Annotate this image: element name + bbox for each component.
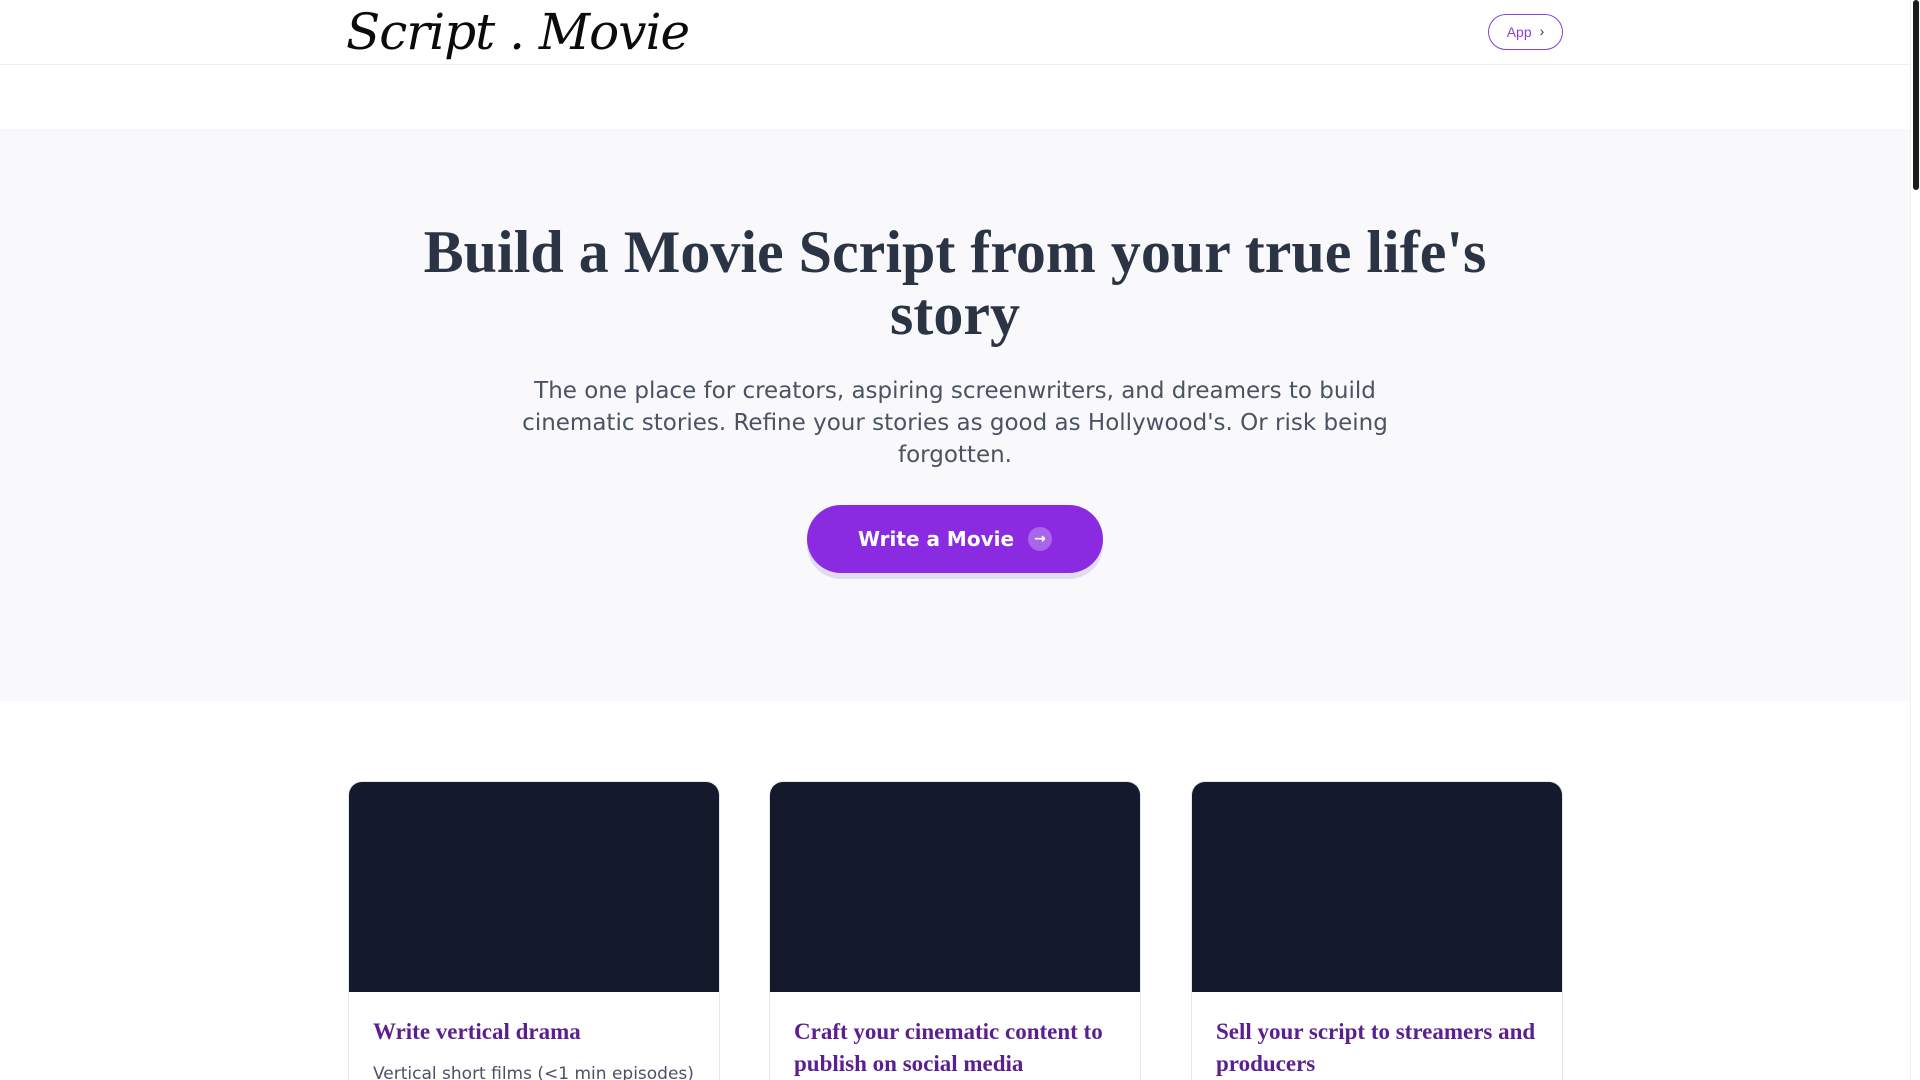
scrollbar-thumb[interactable] (1913, 0, 1919, 190)
card-media (349, 782, 719, 992)
chevron-right-icon: › (1539, 23, 1545, 39)
hero-title: Build a Movie Script from your true life… (423, 219, 1487, 347)
feature-card-sell-script[interactable]: Sell your script to streamers and produc… (1191, 781, 1563, 1080)
app-button[interactable]: App › (1488, 14, 1563, 50)
feature-card-social-media[interactable]: Craft your cinematic content to publish … (769, 781, 1141, 1080)
site-header: Script . Movie App › (0, 0, 1910, 65)
card-title: Sell your script to streamers and produc… (1216, 1019, 1536, 1076)
site-logo[interactable]: Script . Movie (346, 2, 690, 62)
app-button-label: App (1506, 24, 1532, 40)
card-title: Write vertical drama (373, 1019, 581, 1044)
card-text: Vertical short films (<1 min episodes) (373, 1064, 694, 1080)
page-scrollbar[interactable] (1910, 0, 1920, 1080)
card-media (770, 782, 1140, 992)
card-title: Craft your cinematic content to publish … (794, 1019, 1103, 1076)
feature-card-vertical-drama[interactable]: Write vertical drama Vertical short film… (348, 781, 720, 1080)
card-media (1192, 782, 1562, 992)
hero-section: Build a Movie Script from your true life… (0, 129, 1910, 701)
write-movie-button-label: Write a Movie (857, 527, 1015, 551)
page: Script . Movie App › Build a Movie Scrip… (0, 0, 1910, 1080)
write-movie-button[interactable]: Write a Movie → (807, 505, 1103, 573)
arrow-right-icon: → (1028, 527, 1053, 551)
hero-subtitle: The one place for creators, aspiring scr… (522, 378, 1388, 468)
